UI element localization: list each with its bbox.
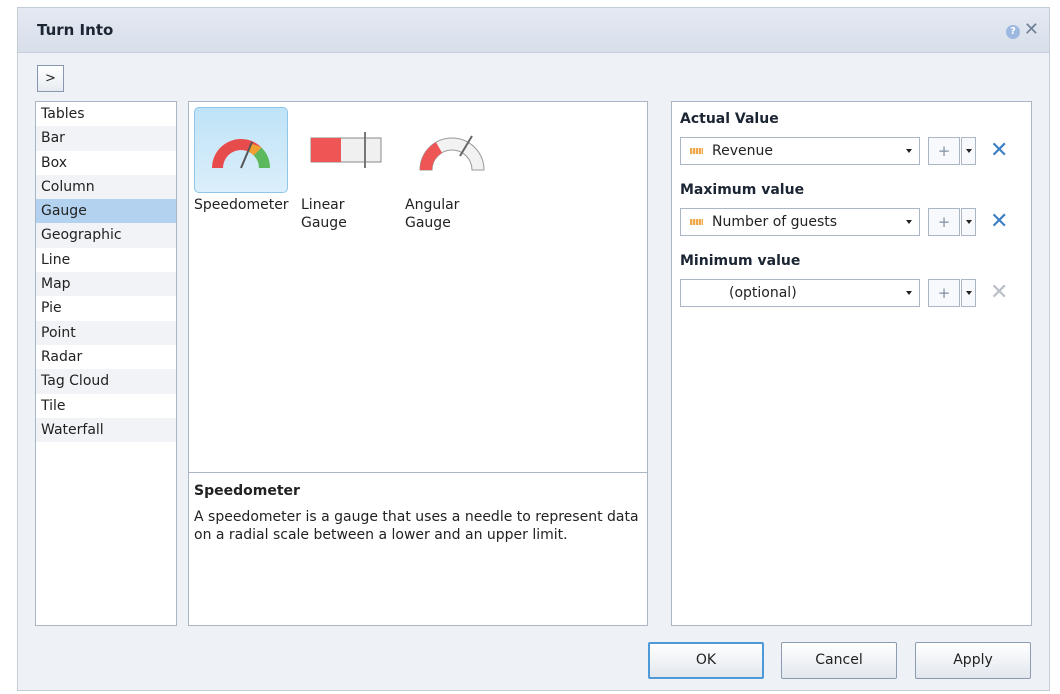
category-item-gauge[interactable]: Gauge: [36, 199, 176, 224]
description-text: A speedometer is a gauge that uses a nee…: [194, 509, 639, 543]
cancel-button[interactable]: Cancel: [781, 642, 897, 679]
ok-button[interactable]: OK: [648, 642, 764, 679]
actual-value-dropdown[interactable]: Revenue: [680, 137, 920, 165]
chevron-down-icon: [906, 220, 912, 224]
category-item-point[interactable]: Point: [36, 320, 176, 345]
maximum-value-label: Maximum value: [680, 182, 805, 198]
chevron-down-icon: [906, 149, 912, 153]
close-icon[interactable]: ✕: [1024, 21, 1039, 39]
maximum-value-add-menu-button[interactable]: [961, 208, 976, 236]
category-item-box[interactable]: Box: [36, 151, 176, 175]
minimum-value-remove-icon: ✕: [990, 280, 1009, 305]
category-item-line[interactable]: Line: [36, 248, 176, 272]
viz-speedometer[interactable]: Speedometer: [194, 107, 290, 227]
description-title: Speedometer: [194, 483, 300, 499]
minimum-value-dropdown[interactable]: (optional): [680, 279, 920, 307]
description-panel: Speedometer A speedometer is a gauge tha…: [189, 472, 647, 625]
help-icon[interactable]: ?: [1006, 25, 1020, 39]
measure-icon: [690, 148, 703, 154]
actual-value-add-menu-button[interactable]: [961, 137, 976, 165]
maximum-value-remove-icon[interactable]: ✕: [990, 211, 1008, 233]
category-item-tile[interactable]: Tile: [36, 394, 176, 418]
apply-button[interactable]: Apply: [915, 642, 1031, 679]
viz-angular-gauge-tile[interactable]: [405, 107, 499, 193]
actual-value-remove-icon[interactable]: ✕: [990, 140, 1008, 162]
toggle-panel-button[interactable]: >: [37, 65, 64, 92]
minimum-value-add-menu-button[interactable]: [961, 279, 976, 307]
visualization-panel: Speedometer Linear Gauge Angular Gauge S…: [188, 101, 648, 626]
actual-value-selection: Revenue: [712, 143, 773, 159]
dialog-title: Turn Into: [37, 21, 114, 39]
chevron-down-icon: [965, 220, 972, 224]
viz-linear-gauge[interactable]: Linear Gauge: [301, 107, 391, 231]
maximum-value-add-button[interactable]: +: [928, 208, 960, 236]
chevron-down-icon: [965, 291, 972, 295]
viz-speedometer-tile[interactable]: [194, 107, 288, 193]
actual-value-add-button[interactable]: +: [928, 137, 960, 165]
feeding-panel: Actual Value Revenue + ✕ Maximum value N…: [671, 101, 1032, 626]
category-item-geographic[interactable]: Geographic: [36, 223, 176, 248]
minimum-value-label: Minimum value: [680, 253, 801, 269]
actual-value-label: Actual Value: [680, 111, 779, 127]
viz-linear-gauge-tile[interactable]: [301, 107, 391, 193]
category-item-tables[interactable]: Tables: [36, 102, 176, 126]
chevron-down-icon: [965, 149, 972, 153]
category-item-tag-cloud[interactable]: Tag Cloud: [36, 369, 176, 394]
measure-icon: [690, 219, 703, 225]
angular-gauge-icon: [419, 135, 485, 171]
category-item-radar[interactable]: Radar: [36, 345, 176, 369]
category-item-pie[interactable]: Pie: [36, 296, 176, 320]
minimum-value-add-button[interactable]: +: [928, 279, 960, 307]
viz-angular-gauge[interactable]: Angular Gauge: [405, 107, 501, 231]
chevron-down-icon: [906, 291, 912, 295]
speedometer-icon: [212, 139, 270, 169]
viz-angular-gauge-label: Angular Gauge: [405, 197, 460, 231]
maximum-value-selection: Number of guests: [712, 214, 838, 230]
viz-linear-gauge-label: Linear Gauge: [301, 197, 347, 231]
turn-into-dialog: Turn Into ? ✕ > Tables Bar Box Column Ga…: [17, 7, 1050, 691]
viz-speedometer-label: Speedometer: [194, 197, 289, 213]
category-item-column[interactable]: Column: [36, 174, 176, 200]
dialog-titlebar: Turn Into ? ✕: [18, 8, 1049, 53]
category-item-waterfall[interactable]: Waterfall: [36, 417, 176, 443]
category-item-bar[interactable]: Bar: [36, 126, 176, 151]
category-item-map[interactable]: Map: [36, 272, 176, 297]
linear-gauge-icon: [310, 132, 382, 168]
maximum-value-dropdown[interactable]: Number of guests: [680, 208, 920, 236]
minimum-value-selection: (optional): [729, 285, 797, 301]
category-list: Tables Bar Box Column Gauge Geographic L…: [35, 101, 177, 626]
